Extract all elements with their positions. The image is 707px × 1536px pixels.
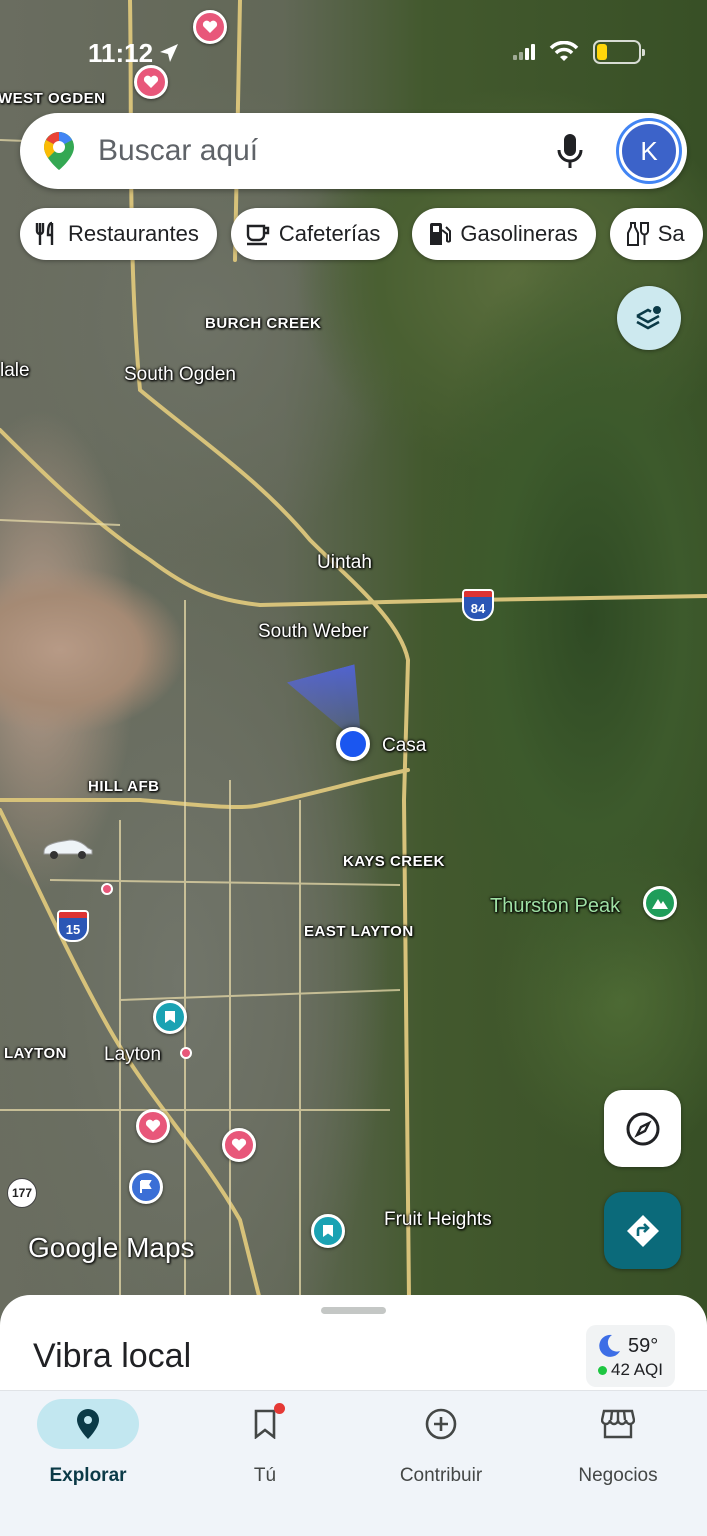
microphone-icon[interactable] (555, 132, 585, 170)
heart-icon (145, 1119, 161, 1132)
directions-button[interactable] (604, 1192, 681, 1269)
map-label-hill-afb[interactable]: HILL AFB (88, 778, 160, 795)
utensils-icon (35, 221, 54, 245)
sheet-drag-handle[interactable] (321, 1307, 386, 1314)
nav-label: Tú (253, 1465, 277, 1486)
account-avatar[interactable]: K (619, 121, 679, 181)
interstate-shield-84[interactable]: 84 (462, 589, 494, 621)
chip-gasolineras[interactable]: Gasolineras (412, 208, 596, 260)
nav-negocios[interactable]: Negocios (530, 1399, 706, 1509)
nav-label: Explorar (49, 1465, 127, 1486)
peak-pin[interactable] (643, 886, 677, 920)
chip-more[interactable]: Sa (609, 208, 703, 260)
place-dot[interactable] (101, 883, 113, 895)
interstate-shield-15[interactable]: 15 (57, 910, 89, 942)
map-label-thurston-peak[interactable]: Thurston Peak (490, 895, 620, 918)
my-location-dot[interactable] (336, 727, 370, 761)
nav-label: Contribuir (399, 1465, 483, 1486)
coffee-icon (246, 224, 270, 246)
directions-icon (626, 1214, 659, 1247)
status-time: 11:12 (88, 38, 154, 68)
layers-icon (636, 306, 661, 330)
location-arrow-icon (160, 44, 178, 62)
car-icon (43, 839, 93, 859)
map-label-layton[interactable]: Layton (104, 1044, 161, 1066)
place-dot[interactable] (180, 1047, 192, 1059)
map-label-dale[interactable]: lale (0, 360, 30, 382)
map-label-uintah[interactable]: Uintah (317, 552, 372, 574)
layers-button[interactable] (617, 286, 681, 350)
storefront-icon (601, 1409, 635, 1439)
bookmark-icon (165, 1011, 175, 1023)
wifi-icon (549, 41, 579, 61)
status-bar: 11:12 (0, 28, 707, 74)
category-chips: Restaurantes Cafeterías Gasolineras Sa (20, 208, 703, 262)
heart-icon (231, 1138, 247, 1151)
map-label-burch-creek[interactable]: BURCH CREEK (205, 315, 321, 332)
saved-bookmark-pin[interactable] (153, 1000, 187, 1034)
chip-cafeterias[interactable]: Cafeterías (230, 208, 399, 260)
nav-explorar[interactable]: Explorar (0, 1399, 176, 1509)
chip-label: Cafeterías (278, 221, 381, 246)
map-label-kays-creek[interactable]: KAYS CREEK (343, 853, 445, 870)
nav-contribuir[interactable]: Contribuir (353, 1399, 529, 1509)
map-label-layton-area[interactable]: LAYTON (4, 1045, 67, 1062)
air-quality-index: 42 AQI (611, 1360, 663, 1379)
map-label-fruit-heights[interactable]: Fruit Heights (384, 1209, 492, 1231)
gas-pump-icon (430, 223, 452, 245)
saved-heart-pin[interactable] (222, 1128, 256, 1162)
map-pin-icon (77, 1409, 99, 1439)
search-bar[interactable]: Buscar aquí K (20, 113, 687, 189)
chip-label: Sa (657, 221, 685, 246)
aqi-status-dot (598, 1366, 607, 1375)
google-maps-logo-icon (44, 132, 74, 170)
saved-bookmark-pin[interactable] (311, 1214, 345, 1248)
bottom-navigation: Explorar Tú Contribuir Negocios (0, 1390, 707, 1536)
compass-button[interactable] (604, 1090, 681, 1167)
route-shield-177[interactable]: 177 (7, 1178, 37, 1208)
wine-icon (626, 222, 649, 246)
nav-label: Negocios (578, 1465, 658, 1486)
compass-icon (626, 1112, 659, 1145)
shield-number: 84 (470, 600, 486, 616)
chip-restaurantes[interactable]: Restaurantes (20, 208, 217, 260)
map-label-west-ogden[interactable]: WEST OGDEN (0, 90, 106, 107)
weather-temperature: 59° (628, 1335, 659, 1357)
bookmark-icon (323, 1225, 333, 1237)
heart-icon (143, 75, 159, 88)
cellular-signal-icon (513, 44, 535, 60)
weather-widget[interactable]: 59° 42 AQI (586, 1325, 675, 1387)
flag-icon (140, 1180, 152, 1193)
nav-tu[interactable]: Tú (177, 1399, 353, 1509)
saved-heart-pin[interactable] (136, 1109, 170, 1143)
bottom-sheet[interactable]: Vibra local 59° 42 AQI (0, 1295, 707, 1395)
moon-icon (599, 1334, 620, 1357)
map-label-south-weber[interactable]: South Weber (258, 621, 369, 643)
bookmark-icon (254, 1409, 276, 1439)
chip-label: Restaurantes (68, 221, 199, 246)
mountain-icon (652, 899, 668, 909)
map-label-east-layton[interactable]: EAST LAYTON (304, 923, 414, 940)
map-label-casa[interactable]: Casa (382, 735, 426, 757)
search-placeholder[interactable]: Buscar aquí (98, 134, 555, 168)
map-label-south-ogden[interactable]: South Ogden (124, 364, 236, 386)
google-maps-watermark: Google Maps (28, 1232, 195, 1263)
notification-badge (274, 1403, 285, 1414)
battery-icon (593, 40, 645, 64)
add-circle-icon (425, 1408, 457, 1440)
shield-number: 15 (65, 921, 81, 937)
chip-label: Gasolineras (460, 221, 578, 246)
sheet-title: Vibra local (33, 1337, 192, 1375)
parking-pin[interactable] (129, 1170, 163, 1204)
